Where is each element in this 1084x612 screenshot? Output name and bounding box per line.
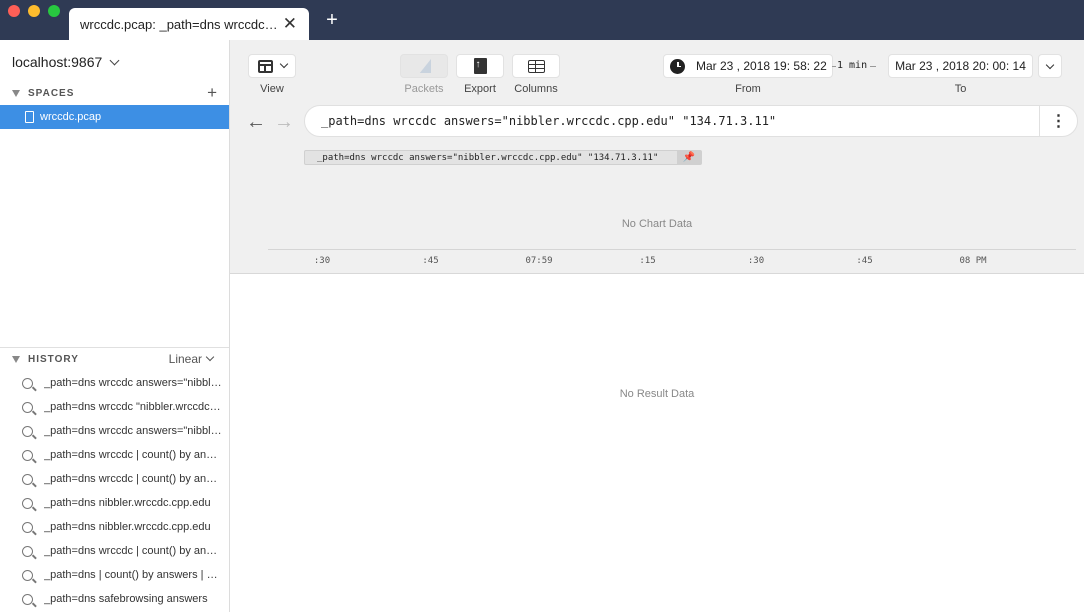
host-selector[interactable]: localhost:9867 xyxy=(12,54,120,70)
host-label: localhost:9867 xyxy=(12,54,103,70)
history-list: _path=dns wrccdc answers="nibbler.wrccdc… xyxy=(0,371,229,611)
history-item-text: _path=dns safebrowsing answers xyxy=(44,593,208,605)
from-label: From xyxy=(735,83,761,95)
axis-tick-label: 08 PM xyxy=(959,256,987,266)
history-item[interactable]: _path=dns safebrowsing answers xyxy=(0,587,229,611)
space-item-label: wrccdc.pcap xyxy=(40,111,102,123)
chevron-down-icon xyxy=(1045,60,1055,69)
table-icon xyxy=(527,59,545,73)
more-options-icon[interactable]: ⋮ xyxy=(1039,106,1077,136)
spaces-label: SPACES xyxy=(28,87,75,99)
close-icon[interactable]: ✕ xyxy=(283,15,297,32)
search-icon xyxy=(22,473,33,485)
axis-tick-label: :45 xyxy=(856,256,873,266)
export-icon xyxy=(473,58,487,74)
space-item-wrccdc[interactable]: wrccdc.pcap xyxy=(0,105,229,129)
history-item-text: _path=dns nibbler.wrccdc.cpp.edu xyxy=(44,521,211,533)
new-tab-button[interactable]: + xyxy=(322,10,342,30)
duration-label: 1 min xyxy=(831,60,877,71)
no-chart-message: No Chart Data xyxy=(621,218,693,230)
axis-tick-label: :30 xyxy=(747,256,765,266)
history-mode-dropdown[interactable]: Linear xyxy=(168,352,215,366)
history-item[interactable]: _path=dns nibbler.wrccdc.cpp.edu xyxy=(0,515,229,539)
clock-icon xyxy=(670,58,685,74)
zoom-window-button[interactable] xyxy=(48,5,60,17)
history-item-text: _path=dns wrccdc answers="nibbler.wrccdc… xyxy=(44,377,222,389)
history-item-text: _path=dns wrccdc answers="nibbler.wrccdc… xyxy=(44,425,222,437)
history-mode-label: Linear xyxy=(168,352,202,366)
export-label: Export xyxy=(464,83,496,95)
pin-icon[interactable]: 📌 xyxy=(677,151,701,164)
forward-arrow-icon[interactable]: → xyxy=(274,111,294,134)
history-section-header[interactable]: HISTORY Linear xyxy=(0,347,229,371)
history-item[interactable]: _path=dns wrccdc answers="nibbler.wrccdc… xyxy=(0,419,229,443)
file-icon xyxy=(25,111,34,123)
title-bar: wrccdc.pcap: _path=dns wrccdc answers="n… xyxy=(0,0,1084,40)
search-icon xyxy=(22,425,33,437)
to-time-value: Mar 23 , 2018 20: 00: 14 xyxy=(895,59,1026,73)
history-label: HISTORY xyxy=(28,354,79,365)
from-time-value: Mar 23 , 2018 19: 58: 22 xyxy=(696,59,827,73)
add-space-button[interactable]: + xyxy=(207,83,217,103)
search-bar: ⋮ xyxy=(304,105,1078,137)
chevron-down-icon xyxy=(205,352,215,362)
query-pill[interactable]: _path=dns wrccdc answers="nibbler.wrccdc… xyxy=(304,150,702,165)
history-item-text: _path=dns wrccdc | count() by answers xyxy=(44,449,222,461)
view-button[interactable] xyxy=(248,54,296,78)
history-item-text: _path=dns wrccdc | count() by answers xyxy=(44,545,222,557)
layout-icon xyxy=(257,59,273,73)
history-item[interactable]: _path=dns wrccdc | count() by answers xyxy=(0,443,229,467)
disclosure-triangle-icon xyxy=(12,89,20,97)
shark-fin-icon xyxy=(419,59,431,73)
from-time-picker[interactable]: Mar 23 , 2018 19: 58: 22 xyxy=(663,54,833,78)
to-label: To xyxy=(954,83,967,95)
close-window-button[interactable] xyxy=(8,5,20,17)
view-label: View xyxy=(260,83,284,95)
minimize-window-button[interactable] xyxy=(28,5,40,17)
history-item-text: _path=dns nibbler.wrccdc.cpp.edu xyxy=(44,497,211,509)
query-pill-text: _path=dns wrccdc answers="nibbler.wrccdc… xyxy=(317,153,659,163)
history-item[interactable]: _path=dns wrccdc | count() by answers xyxy=(0,467,229,491)
chart-x-axis xyxy=(268,249,1076,250)
search-icon xyxy=(22,497,33,509)
axis-tick-label: :15 xyxy=(639,256,656,266)
history-item[interactable]: _path=dns wrccdc answers="nibbler.wrccdc… xyxy=(0,371,229,395)
sidebar: localhost:9867 SPACES + wrccdc.pcap HIST… xyxy=(0,40,230,612)
history-item-text: _path=dns wrccdc "nibbler.wrccdc.cpp.edu… xyxy=(44,401,222,413)
time-range-dropdown[interactable] xyxy=(1038,54,1062,78)
export-button[interactable] xyxy=(456,54,504,78)
search-icon xyxy=(22,401,33,413)
disclosure-triangle-icon xyxy=(12,356,20,363)
columns-label: Columns xyxy=(514,83,558,95)
chevron-down-icon xyxy=(109,55,120,65)
spaces-section-header[interactable]: SPACES + xyxy=(0,82,229,104)
tab-title: wrccdc.pcap: _path=dns wrccdc answers="n… xyxy=(80,16,279,32)
history-item[interactable]: _path=dns | count() by answers | sort xyxy=(0,563,229,587)
search-input[interactable] xyxy=(321,114,1021,128)
history-item[interactable]: _path=dns wrccdc | count() by answers xyxy=(0,539,229,563)
packets-button[interactable] xyxy=(400,54,448,78)
columns-button[interactable] xyxy=(512,54,560,78)
history-item-text: _path=dns wrccdc | count() by answers xyxy=(44,473,222,485)
main-panel: View Packets Export Columns Mar 23 , 201… xyxy=(230,40,1084,612)
tab-active[interactable]: wrccdc.pcap: _path=dns wrccdc answers="n… xyxy=(69,8,309,40)
back-arrow-icon[interactable]: ← xyxy=(246,111,266,134)
search-icon xyxy=(22,521,33,533)
search-icon xyxy=(22,377,33,389)
to-time-picker[interactable]: Mar 23 , 2018 20: 00: 14 xyxy=(888,54,1033,78)
axis-tick-label: :30 xyxy=(313,256,331,266)
search-icon xyxy=(22,593,33,605)
search-icon xyxy=(22,569,33,581)
search-icon xyxy=(22,449,33,461)
search-icon xyxy=(22,545,33,557)
history-item[interactable]: _path=dns wrccdc "nibbler.wrccdc.cpp.edu… xyxy=(0,395,229,419)
axis-tick-label: :45 xyxy=(422,256,439,266)
history-item[interactable]: _path=dns nibbler.wrccdc.cpp.edu xyxy=(0,491,229,515)
packets-label: Packets xyxy=(404,83,444,95)
no-result-message: No Result Data xyxy=(619,388,695,400)
chevron-down-icon xyxy=(279,59,288,69)
history-item-text: _path=dns | count() by answers | sort xyxy=(44,569,222,581)
axis-tick-label: 07:59 xyxy=(525,256,553,266)
toolbar-area: View Packets Export Columns Mar 23 , 201… xyxy=(230,40,1084,274)
